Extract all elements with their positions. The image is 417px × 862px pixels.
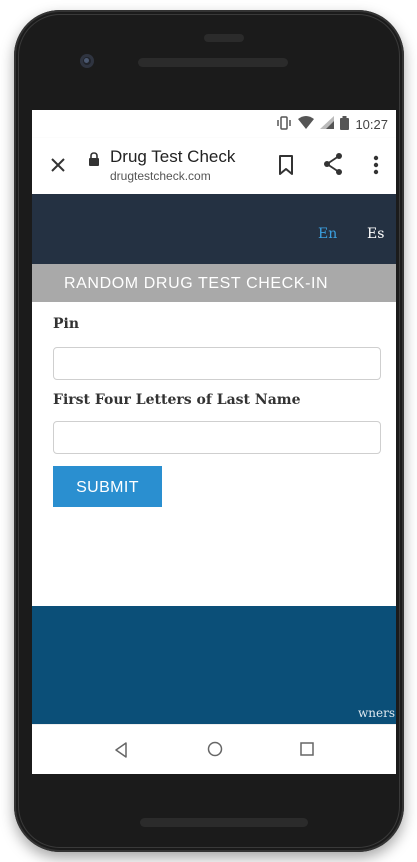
top-speaker bbox=[138, 58, 288, 67]
last-name-label: First Four Letters of Last Name bbox=[53, 392, 301, 408]
pin-label: Pin bbox=[53, 316, 80, 332]
signal-icon bbox=[320, 116, 335, 132]
page-title[interactable]: Drug Test Check bbox=[110, 147, 235, 167]
phone-screen: 10:27 Drug Test Check drugtestcheck.com … bbox=[32, 110, 396, 774]
status-bar: 10:27 bbox=[32, 110, 396, 138]
android-nav-bar bbox=[32, 724, 396, 774]
earpiece-slot bbox=[204, 34, 244, 42]
more-vertical-icon[interactable] bbox=[372, 153, 380, 177]
bottom-speaker bbox=[140, 818, 308, 827]
status-time: 10:27 bbox=[355, 116, 388, 132]
browser-toolbar: Drug Test Check drugtestcheck.com bbox=[32, 138, 396, 194]
vibrate-icon bbox=[276, 115, 292, 133]
back-icon[interactable] bbox=[114, 742, 128, 758]
lang-en-link[interactable]: En bbox=[318, 226, 337, 242]
page-banner: RANDOM DRUG TEST CHECK-IN bbox=[32, 264, 396, 302]
bookmark-icon[interactable] bbox=[277, 154, 295, 176]
front-camera bbox=[80, 54, 94, 68]
recents-icon[interactable] bbox=[300, 742, 314, 756]
lang-es-link[interactable]: Es bbox=[367, 226, 384, 242]
wifi-icon bbox=[298, 116, 315, 132]
submit-button[interactable]: SUBMIT bbox=[53, 466, 162, 507]
site-footer: wners. bbox=[32, 606, 396, 724]
home-icon[interactable] bbox=[207, 741, 223, 757]
footer-text: wners. bbox=[358, 706, 396, 720]
lock-icon bbox=[88, 152, 100, 166]
last-name-input[interactable] bbox=[53, 421, 381, 454]
page-url[interactable]: drugtestcheck.com bbox=[110, 169, 211, 183]
battery-icon bbox=[340, 115, 350, 133]
banner-title: RANDOM DRUG TEST CHECK-IN bbox=[64, 275, 329, 292]
pin-input[interactable] bbox=[53, 347, 381, 380]
share-icon[interactable] bbox=[322, 152, 344, 176]
site-header: En Es bbox=[32, 194, 396, 264]
close-icon[interactable] bbox=[46, 153, 70, 177]
